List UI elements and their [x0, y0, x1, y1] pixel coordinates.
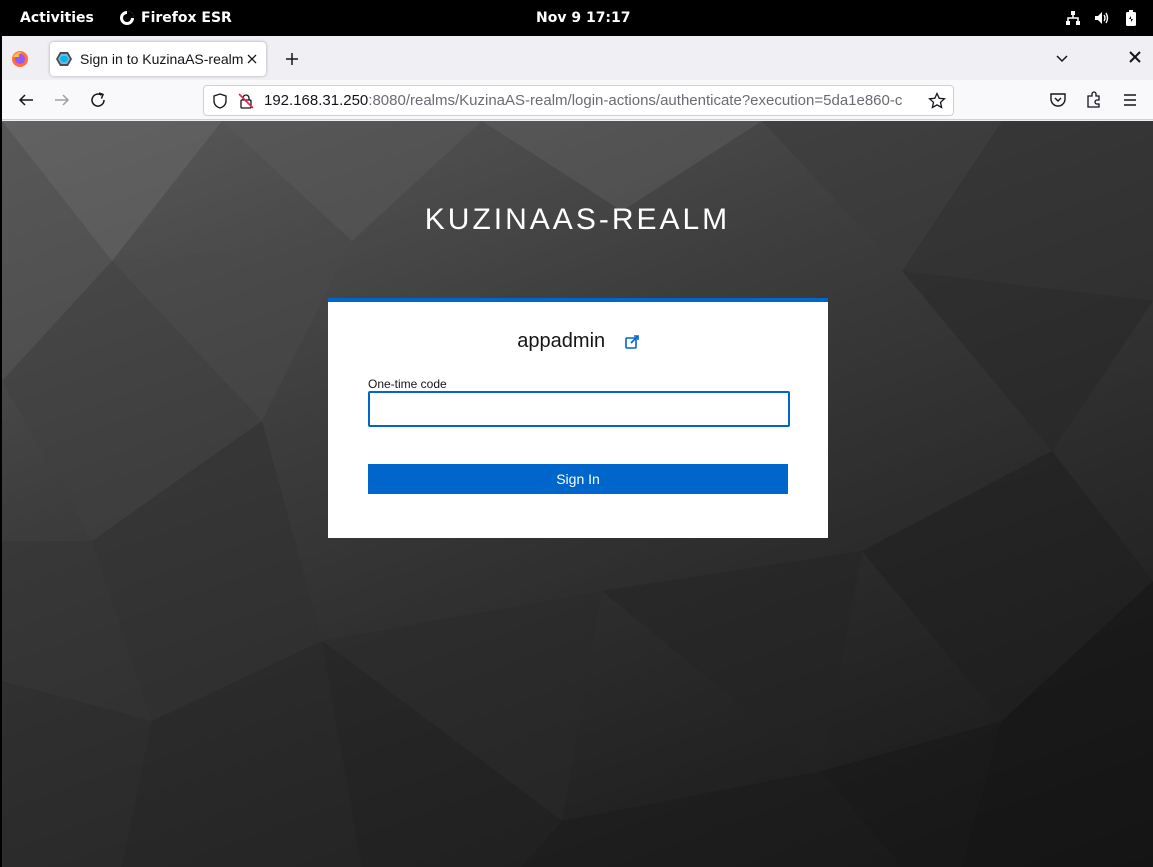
realm-title: KUZINAAS-REALM [424, 203, 731, 236]
otp-field-label: One-time code [368, 377, 447, 391]
app-name: Firefox ESR [141, 10, 232, 26]
network-icon [1066, 11, 1080, 25]
firefox-view-icon[interactable] [10, 49, 30, 69]
back-arrow-icon[interactable] [17, 91, 35, 109]
url-text[interactable]: 192.168.31.250:8080/realms/KuzinaAS-real… [264, 92, 922, 109]
page-viewport: KUZINAAS-REALM appadmin One-time code Si… [2, 121, 1153, 867]
system-top-bar: Activities Firefox ESR Nov 9 17:17 [0, 0, 1153, 36]
tab-title: Sign in to KuzinaAS-realm [80, 51, 244, 67]
tab-close-icon[interactable] [244, 51, 260, 67]
sign-in-button[interactable]: Sign In [368, 464, 788, 494]
hamburger-menu-icon[interactable] [1121, 91, 1139, 109]
activities-button[interactable]: Activities [20, 10, 94, 26]
window-close-icon[interactable] [1128, 50, 1142, 64]
insecure-lock-icon[interactable] [238, 92, 254, 109]
url-path: :8080/realms/KuzinaAS-realm/login-action… [368, 92, 903, 109]
extensions-puzzle-icon[interactable] [1085, 91, 1103, 109]
login-card: appadmin One-time code Sign In [328, 298, 828, 538]
system-tray[interactable] [1065, 10, 1139, 26]
keycloak-favicon-icon [56, 52, 72, 66]
pocket-icon[interactable] [1049, 91, 1067, 109]
battery-icon [1126, 10, 1136, 26]
url-bar[interactable]: 192.168.31.250:8080/realms/KuzinaAS-real… [203, 85, 954, 116]
forward-arrow-icon[interactable] [53, 91, 71, 109]
new-tab-icon[interactable] [283, 50, 301, 68]
url-host: 192.168.31.250 [264, 92, 369, 109]
tab-bar: Sign in to KuzinaAS-realm [2, 36, 1153, 80]
restart-login-link-icon[interactable] [624, 334, 639, 349]
firefox-app-icon [120, 11, 134, 25]
tracking-protection-shield-icon[interactable] [212, 92, 228, 109]
navigation-bar: 192.168.31.250:8080/realms/KuzinaAS-real… [2, 80, 1153, 120]
otp-input[interactable] [368, 391, 790, 427]
app-menu[interactable]: Firefox ESR [119, 10, 232, 26]
firefox-window: Sign in to KuzinaAS-realm 192.168.31.250… [2, 36, 1153, 867]
tab-active[interactable]: Sign in to KuzinaAS-realm [50, 42, 266, 76]
clock[interactable]: Nov 9 17:17 [536, 10, 631, 26]
bookmark-star-icon[interactable] [928, 91, 946, 110]
chevron-down-icon[interactable] [1054, 50, 1070, 66]
reload-icon[interactable] [89, 91, 107, 109]
username-text: appadmin [517, 330, 606, 352]
volume-icon [1095, 12, 1109, 24]
username-display: appadmin [328, 330, 828, 353]
